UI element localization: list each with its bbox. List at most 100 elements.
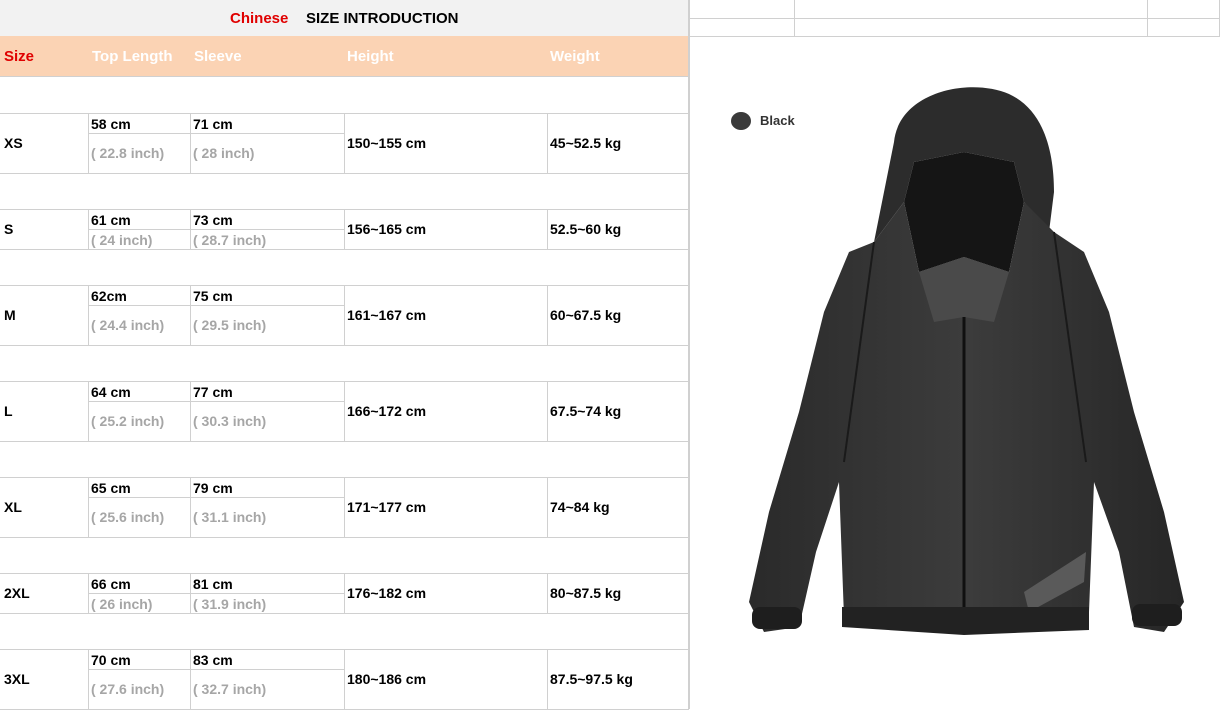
weight-range: 60~67.5 kg	[550, 307, 622, 323]
black-jacket-image	[749, 87, 1184, 635]
sleeve-cm: 73 cm	[193, 212, 233, 228]
row-divider	[0, 249, 689, 250]
column-divider	[547, 381, 548, 441]
column-divider	[88, 113, 89, 173]
column-divider	[88, 209, 89, 249]
top-length-inch: ( 27.6 inch)	[91, 681, 165, 697]
row-divider	[0, 345, 689, 346]
height-range: 161~167 cm	[347, 307, 427, 323]
column-divider	[344, 285, 345, 345]
column-divider	[190, 113, 191, 173]
top-length-inch: ( 22.8 inch)	[91, 145, 165, 161]
top-length-inch: ( 26 inch)	[91, 596, 153, 612]
top-length-inch: ( 25.6 inch)	[91, 509, 165, 525]
top-length-cm: 58 cm	[91, 116, 131, 132]
weight-range: 80~87.5 kg	[550, 585, 622, 601]
height-range: 156~165 cm	[347, 221, 427, 237]
row-divider	[0, 537, 689, 538]
top-length-cm: 61 cm	[91, 212, 131, 228]
column-divider	[547, 649, 548, 709]
size-label: XL	[4, 499, 22, 515]
size-chart-header-row: Size Top Length Sleeve Height Weight	[0, 36, 689, 76]
size-chart: Chinese SIZE INTRODUCTION Size Top Lengt…	[0, 0, 690, 710]
top-length-cm: 65 cm	[91, 480, 131, 496]
header-height: Height	[347, 48, 394, 65]
header-sleeve: Sleeve	[194, 48, 242, 65]
column-divider	[190, 477, 191, 537]
sleeve-inch: ( 29.5 inch)	[193, 317, 267, 333]
sleeve-inch: ( 28.7 inch)	[193, 232, 267, 248]
title-chinese: Chinese	[230, 10, 289, 27]
column-divider	[88, 285, 89, 345]
cell-subdivider	[88, 229, 344, 230]
top-length-cm: 62cm	[91, 288, 127, 304]
header-top-length: Top Length	[92, 48, 173, 65]
sleeve-cm: 77 cm	[193, 384, 233, 400]
size-label: S	[4, 221, 14, 237]
sleeve-cm: 75 cm	[193, 288, 233, 304]
sleeve-cm: 81 cm	[193, 576, 233, 592]
column-divider	[344, 381, 345, 441]
cell-subdivider	[88, 669, 344, 670]
column-divider	[88, 477, 89, 537]
column-divider	[190, 573, 191, 613]
title-size-introduction: SIZE INTRODUCTION	[306, 10, 459, 27]
sleeve-inch: ( 31.9 inch)	[193, 596, 267, 612]
size-label: M	[4, 307, 16, 323]
sleeve-inch: ( 32.7 inch)	[193, 681, 267, 697]
column-divider	[547, 285, 548, 345]
column-divider	[344, 113, 345, 173]
size-label: L	[4, 403, 13, 419]
column-divider	[190, 381, 191, 441]
sleeve-cm: 71 cm	[193, 116, 233, 132]
row-divider	[0, 76, 689, 77]
sleeve-inch: ( 31.1 inch)	[193, 509, 267, 525]
column-divider	[344, 209, 345, 249]
height-range: 166~172 cm	[347, 403, 427, 419]
column-divider	[190, 209, 191, 249]
column-divider	[547, 477, 548, 537]
weight-range: 52.5~60 kg	[550, 221, 622, 237]
size-label: XS	[4, 135, 23, 151]
sleeve-inch: ( 28 inch)	[193, 145, 255, 161]
top-length-cm: 66 cm	[91, 576, 131, 592]
cell-subdivider	[88, 305, 344, 306]
column-divider	[190, 649, 191, 709]
top-length-inch: ( 24 inch)	[91, 232, 153, 248]
weight-range: 87.5~97.5 kg	[550, 671, 633, 687]
cell-subdivider	[88, 593, 344, 594]
height-range: 180~186 cm	[347, 671, 427, 687]
column-divider	[88, 649, 89, 709]
column-divider	[190, 285, 191, 345]
column-divider	[344, 649, 345, 709]
column-divider	[547, 209, 548, 249]
row-divider	[0, 441, 689, 442]
column-divider	[547, 113, 548, 173]
sleeve-cm: 79 cm	[193, 480, 233, 496]
top-length-cm: 70 cm	[91, 652, 131, 668]
header-size: Size	[4, 48, 35, 65]
cell-subdivider	[88, 401, 344, 402]
sleeve-cm: 83 cm	[193, 652, 233, 668]
column-divider	[88, 573, 89, 613]
height-range: 150~155 cm	[347, 135, 427, 151]
size-label: 3XL	[4, 671, 30, 687]
column-divider	[88, 381, 89, 441]
header-weight: Weight	[550, 48, 600, 65]
top-length-cm: 64 cm	[91, 384, 131, 400]
cell-subdivider	[88, 133, 344, 134]
row-divider	[0, 613, 689, 614]
size-label: 2XL	[4, 585, 30, 601]
height-range: 171~177 cm	[347, 499, 427, 515]
row-divider	[0, 173, 689, 174]
weight-range: 45~52.5 kg	[550, 135, 622, 151]
size-chart-title-bar: Chinese SIZE INTRODUCTION	[0, 0, 689, 37]
weight-range: 67.5~74 kg	[550, 403, 622, 419]
sleeve-inch: ( 30.3 inch)	[193, 413, 267, 429]
column-divider	[344, 573, 345, 613]
cell-subdivider	[88, 497, 344, 498]
column-divider	[547, 573, 548, 613]
top-length-inch: ( 25.2 inch)	[91, 413, 165, 429]
weight-range: 74~84 kg	[550, 499, 610, 515]
column-divider	[344, 477, 345, 537]
